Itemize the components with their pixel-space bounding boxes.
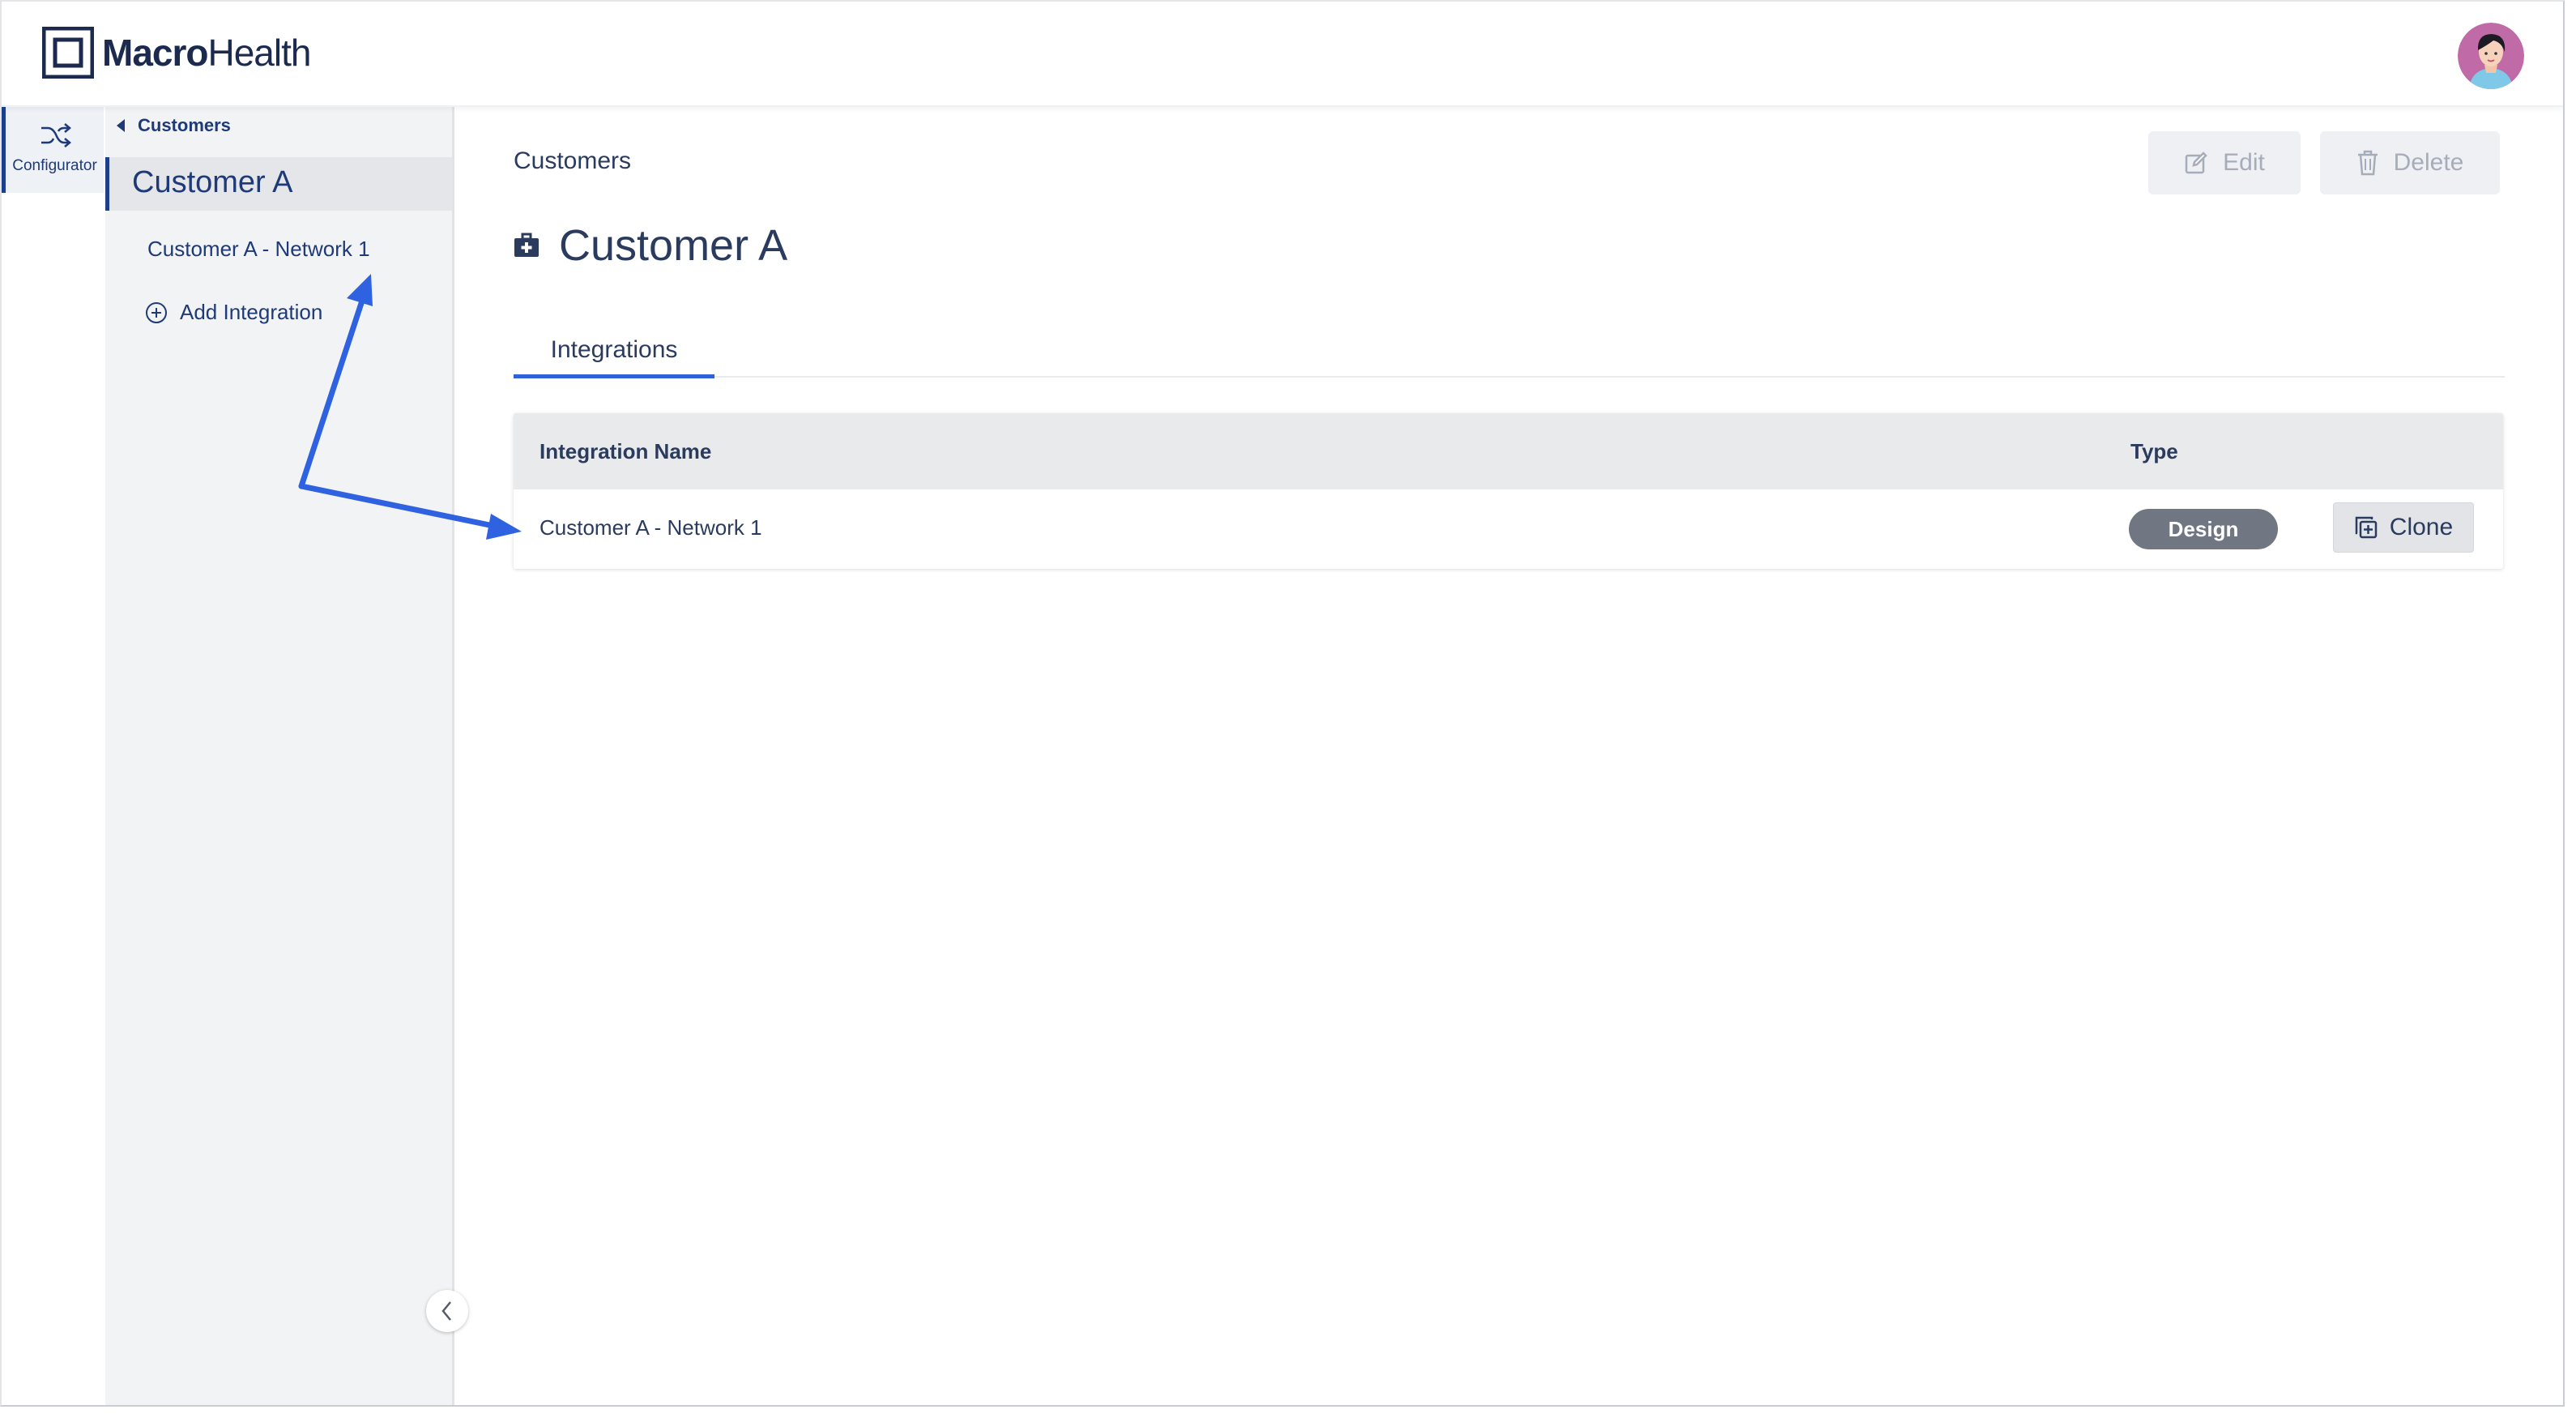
edit-button-label: Edit — [2223, 149, 2265, 176]
caret-left-icon — [117, 119, 125, 132]
sidebar-item-customer-a[interactable]: Customer A — [105, 157, 452, 211]
add-integration-label: Add Integration — [180, 300, 323, 324]
back-link-label: Customers — [138, 115, 231, 135]
page-title: Customer A — [514, 220, 787, 271]
delete-button-label: Delete — [2393, 149, 2464, 176]
main-content: Customers Edit Delete Customer A Integra… — [455, 105, 2563, 1405]
add-integration-link[interactable]: Add Integration — [146, 300, 322, 325]
medical-briefcase-icon — [514, 233, 539, 257]
sidebar-item-network-1[interactable]: Customer A - Network 1 — [147, 237, 370, 262]
column-header-integration-name[interactable]: Integration Name — [540, 439, 711, 464]
back-to-customers-link[interactable]: Customers — [117, 115, 231, 136]
clone-button[interactable]: Clone — [2333, 502, 2474, 553]
tab-bar: Integrations — [514, 334, 2505, 378]
column-header-type[interactable]: Type — [2130, 439, 2178, 464]
user-avatar[interactable] — [2458, 23, 2524, 89]
edit-button[interactable]: Edit — [2148, 131, 2301, 194]
app-window: MacroHealth Configurator Customers Custo… — [0, 0, 2565, 1407]
collapse-sidebar-button[interactable] — [426, 1290, 468, 1332]
type-badge: Design — [2129, 509, 2278, 549]
shuffle-icon — [41, 123, 71, 147]
logo-wordmark: MacroHealth — [102, 32, 311, 74]
top-header: MacroHealth — [2, 2, 2563, 107]
page-title-text: Customer A — [559, 221, 788, 270]
breadcrumb[interactable]: Customers — [514, 147, 631, 175]
plus-circle-icon — [146, 301, 167, 323]
clone-icon — [2355, 516, 2378, 539]
macrohealth-logo[interactable]: MacroHealth — [41, 24, 311, 81]
tab-integrations[interactable]: Integrations — [514, 334, 714, 378]
nav-rail: Configurator — [2, 105, 107, 1405]
sidebar: Customers Customer A Customer A - Networ… — [105, 105, 454, 1405]
sidebar-active-label: Customer A — [132, 165, 293, 199]
rail-item-label: Configurator — [12, 157, 97, 174]
table-row[interactable]: Customer A - Network 1 Design Clone — [514, 489, 2503, 569]
rail-item-configurator[interactable]: Configurator — [2, 105, 104, 193]
clone-button-label: Clone — [2389, 514, 2454, 540]
edit-icon — [2185, 152, 2207, 174]
integrations-table: Integration Name Type Customer A - Netwo… — [514, 413, 2503, 569]
trash-icon — [2357, 150, 2378, 176]
delete-button[interactable]: Delete — [2320, 131, 2500, 194]
chevron-left-icon — [441, 1301, 451, 1321]
table-header: Integration Name Type — [514, 413, 2503, 489]
logo-mark-icon — [41, 26, 95, 79]
integration-name-cell[interactable]: Customer A - Network 1 — [540, 515, 762, 540]
